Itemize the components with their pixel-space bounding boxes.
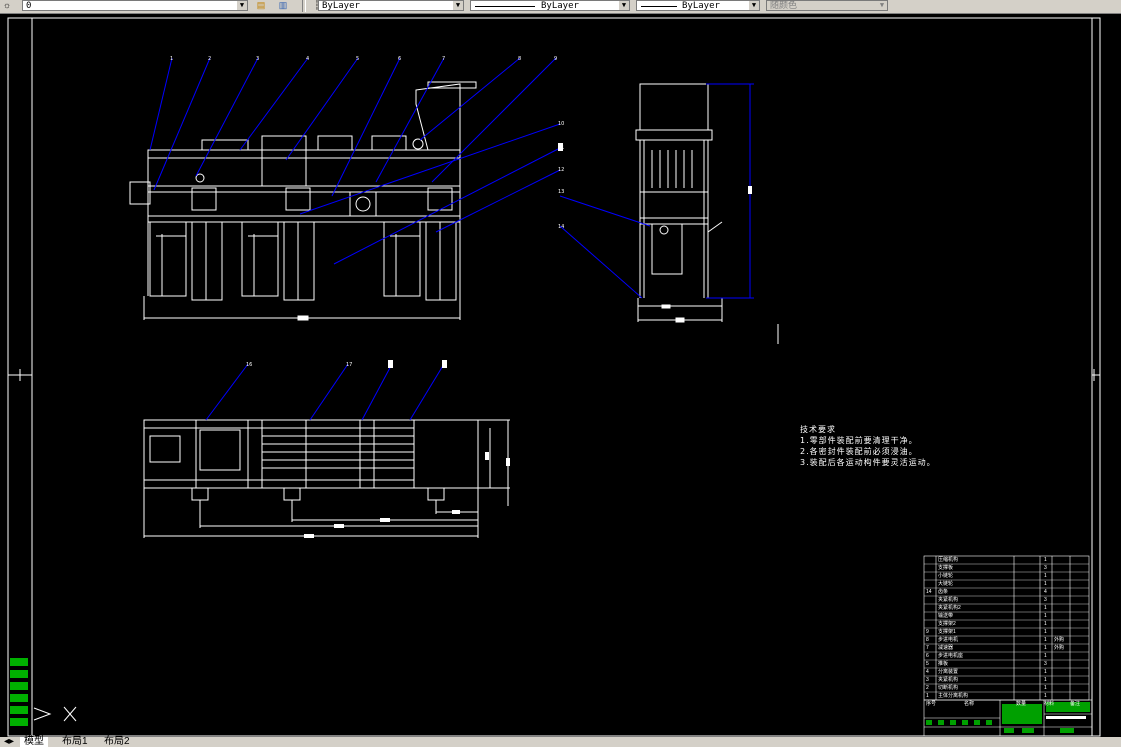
bom-row: 输送带 1 <box>938 613 1047 619</box>
linetype-sample <box>475 6 535 7</box>
balloon-13: 13 <box>558 189 564 195</box>
balloon-5: 5 <box>356 56 359 62</box>
tab-layout2[interactable]: 布局2 <box>100 737 134 747</box>
plan-dim-texts <box>304 143 563 538</box>
balloon-12: 12 <box>558 167 564 173</box>
linetype-dropdown[interactable]: ByLayer ▼ <box>470 0 630 11</box>
front-view <box>129 81 477 321</box>
lineweight-dropdown[interactable]: ByLayer ▼ <box>636 0 760 11</box>
plotstyle-dropdown[interactable]: 随颜色 ▼ <box>766 0 888 11</box>
balloon-8: 8 <box>518 56 521 62</box>
balloon-1: 1 <box>170 56 173 62</box>
balloon-16: 16 <box>246 362 252 368</box>
bom-row: 5 推板 3 <box>926 661 1047 667</box>
linetype-value: ByLayer <box>541 1 579 11</box>
plan-view <box>143 419 479 501</box>
properties-toolbar: ☼ 0 ▼ ▤ ▥ ┆ ByLayer ▼ ByLayer ▼ ByLayer … <box>0 0 1121 14</box>
drawing-canvas[interactable]: 1 2 3 4 5 6 7 8 9 10 11 12 13 14 <box>0 13 1121 737</box>
side-view <box>635 83 723 323</box>
layout-tabs: ◂▸ 模型 布局1 布局2 <box>0 737 1121 747</box>
balloon-4: 4 <box>306 56 309 62</box>
bom-row: 小链轮 1 <box>938 573 1047 579</box>
balloon-17: 17 <box>346 362 352 368</box>
layer-state-icon[interactable]: ☼ <box>0 0 14 11</box>
color-dropdown[interactable]: ByLayer ▼ <box>318 0 464 11</box>
layer-value: 0 <box>26 1 32 11</box>
balloon-3: 3 <box>256 56 259 62</box>
tab-nav-arrows[interactable]: ◂▸ <box>0 737 18 747</box>
color-value: ByLayer <box>322 1 360 11</box>
balloon-9: 9 <box>554 56 557 62</box>
bom-row: 压缩机构 1 <box>938 557 1047 563</box>
bom-row: 7 减速器 1 外购 <box>926 645 1065 651</box>
side-dim-text <box>748 186 752 194</box>
bom-row: 3 夹紧机构 1 <box>926 677 1047 683</box>
bom-row: 夹紧机构 3 <box>938 597 1047 603</box>
plan-view-dims <box>143 419 510 538</box>
plan-view-leaders <box>205 363 445 421</box>
bom-row: 14 齿条 4 <box>926 589 1047 595</box>
chevron-down-icon: ▼ <box>237 1 247 10</box>
lineweight-value: ByLayer <box>682 1 720 11</box>
title-drawing-number <box>1046 716 1086 719</box>
bom-row: 夹紧机构2 1 <box>938 605 1047 611</box>
technical-requirements: 技术要求 1.零部件装配前要清理干净。 2.各密封件装配前必须浸油。 3.装配后… <box>800 424 936 468</box>
bom-row: 4 分离装置 1 <box>926 669 1047 675</box>
balloon-2: 2 <box>208 56 211 62</box>
chevron-down-icon: ▼ <box>619 1 629 10</box>
tech-note-3: 3.装配后各运动构件要灵活运动。 <box>800 458 936 467</box>
left-tool-stack <box>10 658 28 726</box>
layer-previous-icon[interactable]: ▥ <box>276 0 290 11</box>
tab-model[interactable]: 模型 <box>20 737 48 747</box>
chevron-down-icon: ▼ <box>749 1 759 10</box>
bom-row: 6 步进电机座 1 <box>926 653 1047 659</box>
plotstyle-value: 随颜色 <box>770 1 798 11</box>
ucs-icon <box>33 706 77 722</box>
bom-row: 大链轮 1 <box>938 581 1047 587</box>
tab-layout1[interactable]: 布局1 <box>58 737 92 747</box>
balloon-6: 6 <box>398 56 401 62</box>
tech-title: 技术要求 <box>800 425 836 434</box>
balloon-labels-plan: 16 17 <box>246 362 352 368</box>
lineweight-sample <box>641 6 677 7</box>
toolbar-separator <box>302 0 306 12</box>
bom-row: 1 主体分离机构 1 <box>926 693 1047 699</box>
bom-row: 2 切断机构 1 <box>926 685 1047 691</box>
balloon-7: 7 <box>442 56 445 62</box>
layer-dropdown[interactable]: 0 ▼ <box>22 0 248 11</box>
layer-manager-icon[interactable]: ▤ <box>254 0 268 11</box>
bom-row: 9 支撑架1 1 <box>926 629 1047 635</box>
bom-header-row: 序号 名称 数量 材料 备注 <box>926 701 1081 707</box>
side-view-dims <box>559 83 754 299</box>
tech-note-2: 2.各密封件装配前必须浸油。 <box>800 447 918 456</box>
chevron-down-icon: ▼ <box>877 1 887 10</box>
bom-row: 支撑板 3 <box>938 565 1047 571</box>
balloon-10: 10 <box>558 121 564 127</box>
bom-row: 支撑架2 1 <box>938 621 1047 627</box>
tech-note-1: 1.零部件装配前要清理干净。 <box>800 436 918 445</box>
front-view-leaders <box>149 57 561 265</box>
chevron-down-icon: ▼ <box>453 1 463 10</box>
bom-row: 8 步进电机 1 外购 <box>926 637 1065 643</box>
